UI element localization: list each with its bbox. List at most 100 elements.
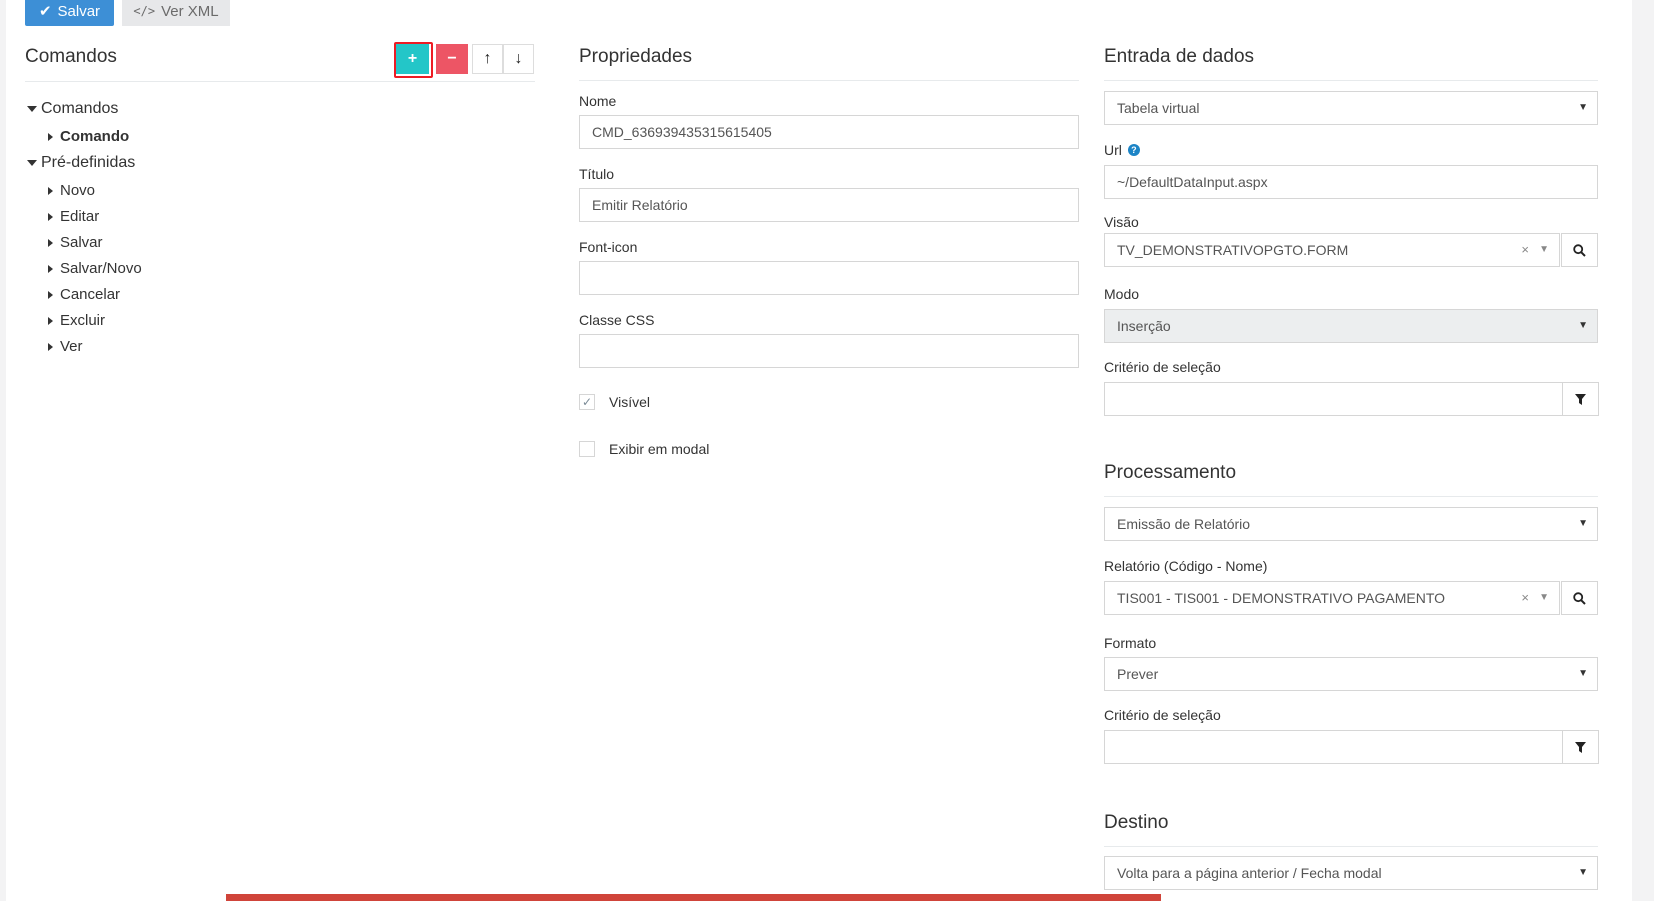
tree-node-label: Ver xyxy=(60,338,83,355)
move-up-button[interactable]: ↑ xyxy=(472,44,503,74)
tree-node-label: Salvar/Novo xyxy=(60,260,142,277)
search-icon xyxy=(1573,243,1586,257)
commands-divider xyxy=(25,81,535,82)
check-icon: ✔ xyxy=(38,3,52,20)
caret-right-icon[interactable] xyxy=(48,316,53,325)
processing-type-select[interactable]: Emissão de Relatório ▼ xyxy=(1104,507,1598,541)
tree-node-label: Editar xyxy=(60,208,100,225)
criterio-filter-button[interactable] xyxy=(1562,382,1599,416)
processing-title: Processamento xyxy=(1104,462,1237,483)
visivel-checkbox[interactable]: ✓ xyxy=(579,394,595,410)
criterio-label: Critério de seleção xyxy=(1104,359,1221,375)
tree-node-novo[interactable]: Novo xyxy=(48,182,95,199)
relatorio-select[interactable]: TIS001 - TIS001 - DEMONSTRATIVO PAGAMENT… xyxy=(1104,581,1560,615)
arrow-down-icon: ↓ xyxy=(514,50,523,67)
tree-node-label: Comando xyxy=(60,128,130,145)
commands-title: Comandos xyxy=(25,46,117,67)
filter-icon xyxy=(1575,741,1586,753)
tree-node-label: Cancelar xyxy=(60,286,121,303)
add-button-highlight xyxy=(394,42,433,78)
nome-label: Nome xyxy=(579,93,617,109)
caret-right-icon[interactable] xyxy=(48,342,53,351)
caret-down-icon[interactable]: ▼ xyxy=(1539,592,1549,603)
titulo-input[interactable]: Emitir Relatório xyxy=(579,188,1079,222)
tree-node-cancelar[interactable]: Cancelar xyxy=(48,286,120,303)
caret-down-icon[interactable] xyxy=(27,160,37,166)
data-input-divider xyxy=(1104,80,1598,81)
save-button-label: Salvar xyxy=(57,2,101,20)
exibir-modal-checkbox[interactable] xyxy=(579,441,595,457)
tree-node-pre-definidas[interactable]: Pré-definidas xyxy=(27,154,135,172)
criterio-input-2[interactable] xyxy=(1104,730,1563,764)
nome-input[interactable]: CMD_636939435315615405 xyxy=(579,115,1079,149)
caret-right-icon[interactable] xyxy=(48,212,53,221)
visao-search-button[interactable] xyxy=(1561,233,1598,267)
filter-icon xyxy=(1575,393,1586,405)
css-class-input[interactable] xyxy=(579,334,1079,368)
right-gutter xyxy=(1632,0,1654,901)
criterio-input[interactable] xyxy=(1104,382,1563,416)
tree-node-label: Salvar xyxy=(60,234,103,251)
url-label-row: Url ? xyxy=(1104,142,1140,158)
properties-divider xyxy=(579,80,1079,81)
caret-down-icon: ▼ xyxy=(1578,320,1588,331)
data-input-type-value: Tabela virtual xyxy=(1117,100,1200,116)
remove-command-button[interactable]: − xyxy=(436,44,468,74)
destination-select[interactable]: Volta para a página anterior / Fecha mod… xyxy=(1104,856,1598,890)
clear-icon[interactable]: × xyxy=(1521,590,1529,605)
properties-title: Propriedades xyxy=(579,46,693,67)
tree-node-comando[interactable]: Comando xyxy=(48,128,129,145)
view-xml-label: Ver XML xyxy=(161,2,219,20)
check-icon: ✓ xyxy=(581,395,593,409)
visao-value: TV_DEMONSTRATIVOPGTO.FORM xyxy=(1117,242,1349,258)
bottom-accent-bar xyxy=(226,894,1161,901)
data-input-title: Entrada de dados xyxy=(1104,46,1255,67)
exibir-modal-label: Exibir em modal xyxy=(609,441,710,457)
tree-node-salvar-novo[interactable]: Salvar/Novo xyxy=(48,260,142,277)
caret-down-icon: ▼ xyxy=(1578,518,1588,529)
tree-node-excluir[interactable]: Excluir xyxy=(48,312,105,329)
arrow-up-icon: ↑ xyxy=(483,50,492,67)
font-icon-input[interactable] xyxy=(579,261,1079,295)
view-xml-button[interactable]: </> Ver XML xyxy=(122,0,230,26)
url-input[interactable]: ~/DefaultDataInput.aspx xyxy=(1104,165,1598,199)
tree-node-label: Novo xyxy=(60,182,96,199)
caret-right-icon[interactable] xyxy=(48,186,53,195)
visao-select[interactable]: TV_DEMONSTRATIVOPGTO.FORM × ▼ xyxy=(1104,233,1560,267)
destination-value: Volta para a página anterior / Fecha mod… xyxy=(1117,865,1382,881)
destination-title: Destino xyxy=(1104,812,1169,833)
formato-label: Formato xyxy=(1104,635,1157,651)
caret-down-icon: ▼ xyxy=(1578,867,1588,878)
tree-node-editar[interactable]: Editar xyxy=(48,208,99,225)
formato-select[interactable]: Prever ▼ xyxy=(1104,657,1598,691)
formato-value: Prever xyxy=(1117,666,1159,682)
destination-divider xyxy=(1104,846,1598,847)
tree-node-comandos[interactable]: Comandos xyxy=(27,100,118,118)
move-down-button[interactable]: ↓ xyxy=(503,44,534,74)
modo-select: Inserção ▼ xyxy=(1104,309,1598,343)
tree-node-ver[interactable]: Ver xyxy=(48,338,83,355)
relatorio-search-button[interactable] xyxy=(1561,581,1598,615)
caret-down-icon[interactable] xyxy=(27,106,37,112)
relatorio-value: TIS001 - TIS001 - DEMONSTRATIVO PAGAMENT… xyxy=(1117,590,1446,606)
criterio-filter-button-2[interactable] xyxy=(1562,730,1599,764)
url-label: Url xyxy=(1104,142,1122,158)
caret-right-icon[interactable] xyxy=(48,132,53,141)
save-button[interactable]: ✔ Salvar xyxy=(25,0,114,26)
caret-down-icon[interactable]: ▼ xyxy=(1539,244,1549,255)
criterio-label-2: Critério de seleção xyxy=(1104,707,1221,723)
help-icon[interactable]: ? xyxy=(1127,144,1140,156)
css-class-label: Classe CSS xyxy=(579,312,655,328)
caret-right-icon[interactable] xyxy=(48,290,53,299)
visao-label: Visão xyxy=(1104,214,1139,230)
caret-right-icon[interactable] xyxy=(48,238,53,247)
caret-right-icon[interactable] xyxy=(48,264,53,273)
page: ✔ Salvar </> Ver XML Comandos + − ↑ ↓ Co… xyxy=(6,0,1632,901)
processing-type-value: Emissão de Relatório xyxy=(1117,516,1251,532)
relatorio-label: Relatório (Código - Nome) xyxy=(1104,558,1268,574)
tree-node-salvar[interactable]: Salvar xyxy=(48,234,103,251)
tree-node-label: Pré-definidas xyxy=(41,154,136,171)
clear-icon[interactable]: × xyxy=(1521,242,1529,257)
minus-icon: − xyxy=(447,50,457,67)
data-input-type-select[interactable]: Tabela virtual ▼ xyxy=(1104,91,1598,125)
